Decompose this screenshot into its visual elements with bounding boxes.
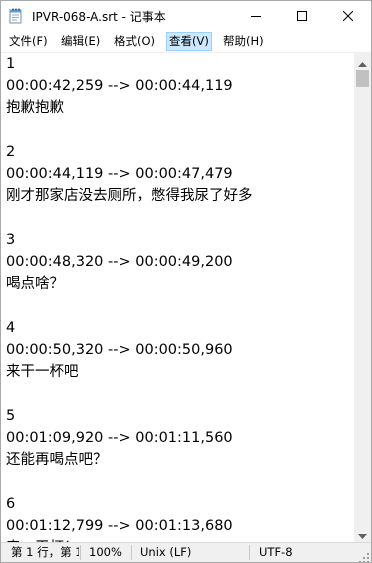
menu-format[interactable]: 格式(O) bbox=[112, 33, 157, 50]
text-line: 还能再喝点吧？ bbox=[6, 452, 108, 468]
status-divider bbox=[249, 545, 250, 560]
status-divider bbox=[80, 545, 81, 560]
status-divider bbox=[131, 545, 132, 560]
text-line: 4 bbox=[6, 320, 16, 336]
notepad-icon bbox=[9, 8, 23, 24]
scroll-down-arrow-icon bbox=[358, 524, 367, 543]
text-line: 5 bbox=[6, 408, 16, 424]
minimize-icon bbox=[251, 11, 261, 21]
close-icon bbox=[343, 11, 353, 21]
status-bar: 第 1 行，第 1 列 100% Unix (LF) UTF-8 bbox=[1, 542, 371, 562]
text-line: 2 bbox=[6, 144, 16, 160]
status-zoom: 100% bbox=[89, 545, 122, 559]
vertical-scrollbar[interactable] bbox=[354, 53, 371, 542]
text-line: 3 bbox=[6, 232, 16, 248]
status-line-ending: Unix (LF) bbox=[140, 545, 192, 559]
scroll-up-arrow-icon bbox=[358, 52, 367, 71]
menu-bar: 文件(F) 编辑(E) 格式(O) 查看(V) 帮助(H) bbox=[1, 31, 371, 52]
text-line: 来干一杯吧 bbox=[6, 364, 79, 380]
text-line: 刚才那家店没去厕所，憋得我尿了好多 bbox=[6, 188, 253, 204]
menu-file[interactable]: 文件(F) bbox=[7, 33, 50, 50]
scroll-down-button[interactable] bbox=[354, 525, 371, 542]
text-line: 1 bbox=[6, 56, 16, 72]
minimize-button[interactable] bbox=[233, 1, 279, 31]
text-line: 喝点啥？ bbox=[6, 276, 64, 292]
status-cursor-position: 第 1 行，第 1 列 bbox=[11, 545, 79, 559]
close-button[interactable] bbox=[325, 1, 371, 31]
scroll-up-button[interactable] bbox=[354, 53, 371, 70]
text-line: 抱歉抱歉 bbox=[6, 100, 64, 116]
text-line: 00:00:44,119 --> 00:00:47,479 bbox=[6, 166, 233, 182]
menu-view[interactable]: 查看(V) bbox=[166, 32, 212, 51]
scroll-thumb[interactable] bbox=[356, 70, 369, 87]
maximize-icon bbox=[297, 11, 307, 21]
resize-grip-icon[interactable] bbox=[358, 549, 370, 562]
menu-help[interactable]: 帮助(H) bbox=[221, 33, 266, 50]
text-line: 00:01:09,920 --> 00:01:11,560 bbox=[6, 430, 233, 446]
text-line: 6 bbox=[6, 496, 16, 512]
text-editor-area[interactable]: 1 00:00:42,259 --> 00:00:44,119 抱歉抱歉 2 00:00… bbox=[1, 53, 354, 542]
menu-edit[interactable]: 编辑(E) bbox=[59, 33, 102, 50]
text-line: 00:00:42,259 --> 00:00:44,119 bbox=[6, 78, 233, 94]
text-line: 00:00:50,320 --> 00:00:50,960 bbox=[6, 342, 233, 358]
title-bar[interactable]: IPVR-068-A.srt - 记事本 bbox=[1, 1, 371, 31]
notepad-window: IPVR-068-A.srt - 记事本 文件(F) 编辑(E) 格式(O) 查… bbox=[0, 0, 372, 563]
status-encoding: UTF-8 bbox=[259, 545, 293, 559]
window-title: IPVR-068-A.srt - 记事本 bbox=[32, 10, 166, 24]
text-line: 00:00:48,320 --> 00:00:49,200 bbox=[6, 254, 233, 270]
maximize-button[interactable] bbox=[279, 1, 325, 31]
text-line: 00:01:12,799 --> 00:01:13,680 bbox=[6, 518, 233, 534]
